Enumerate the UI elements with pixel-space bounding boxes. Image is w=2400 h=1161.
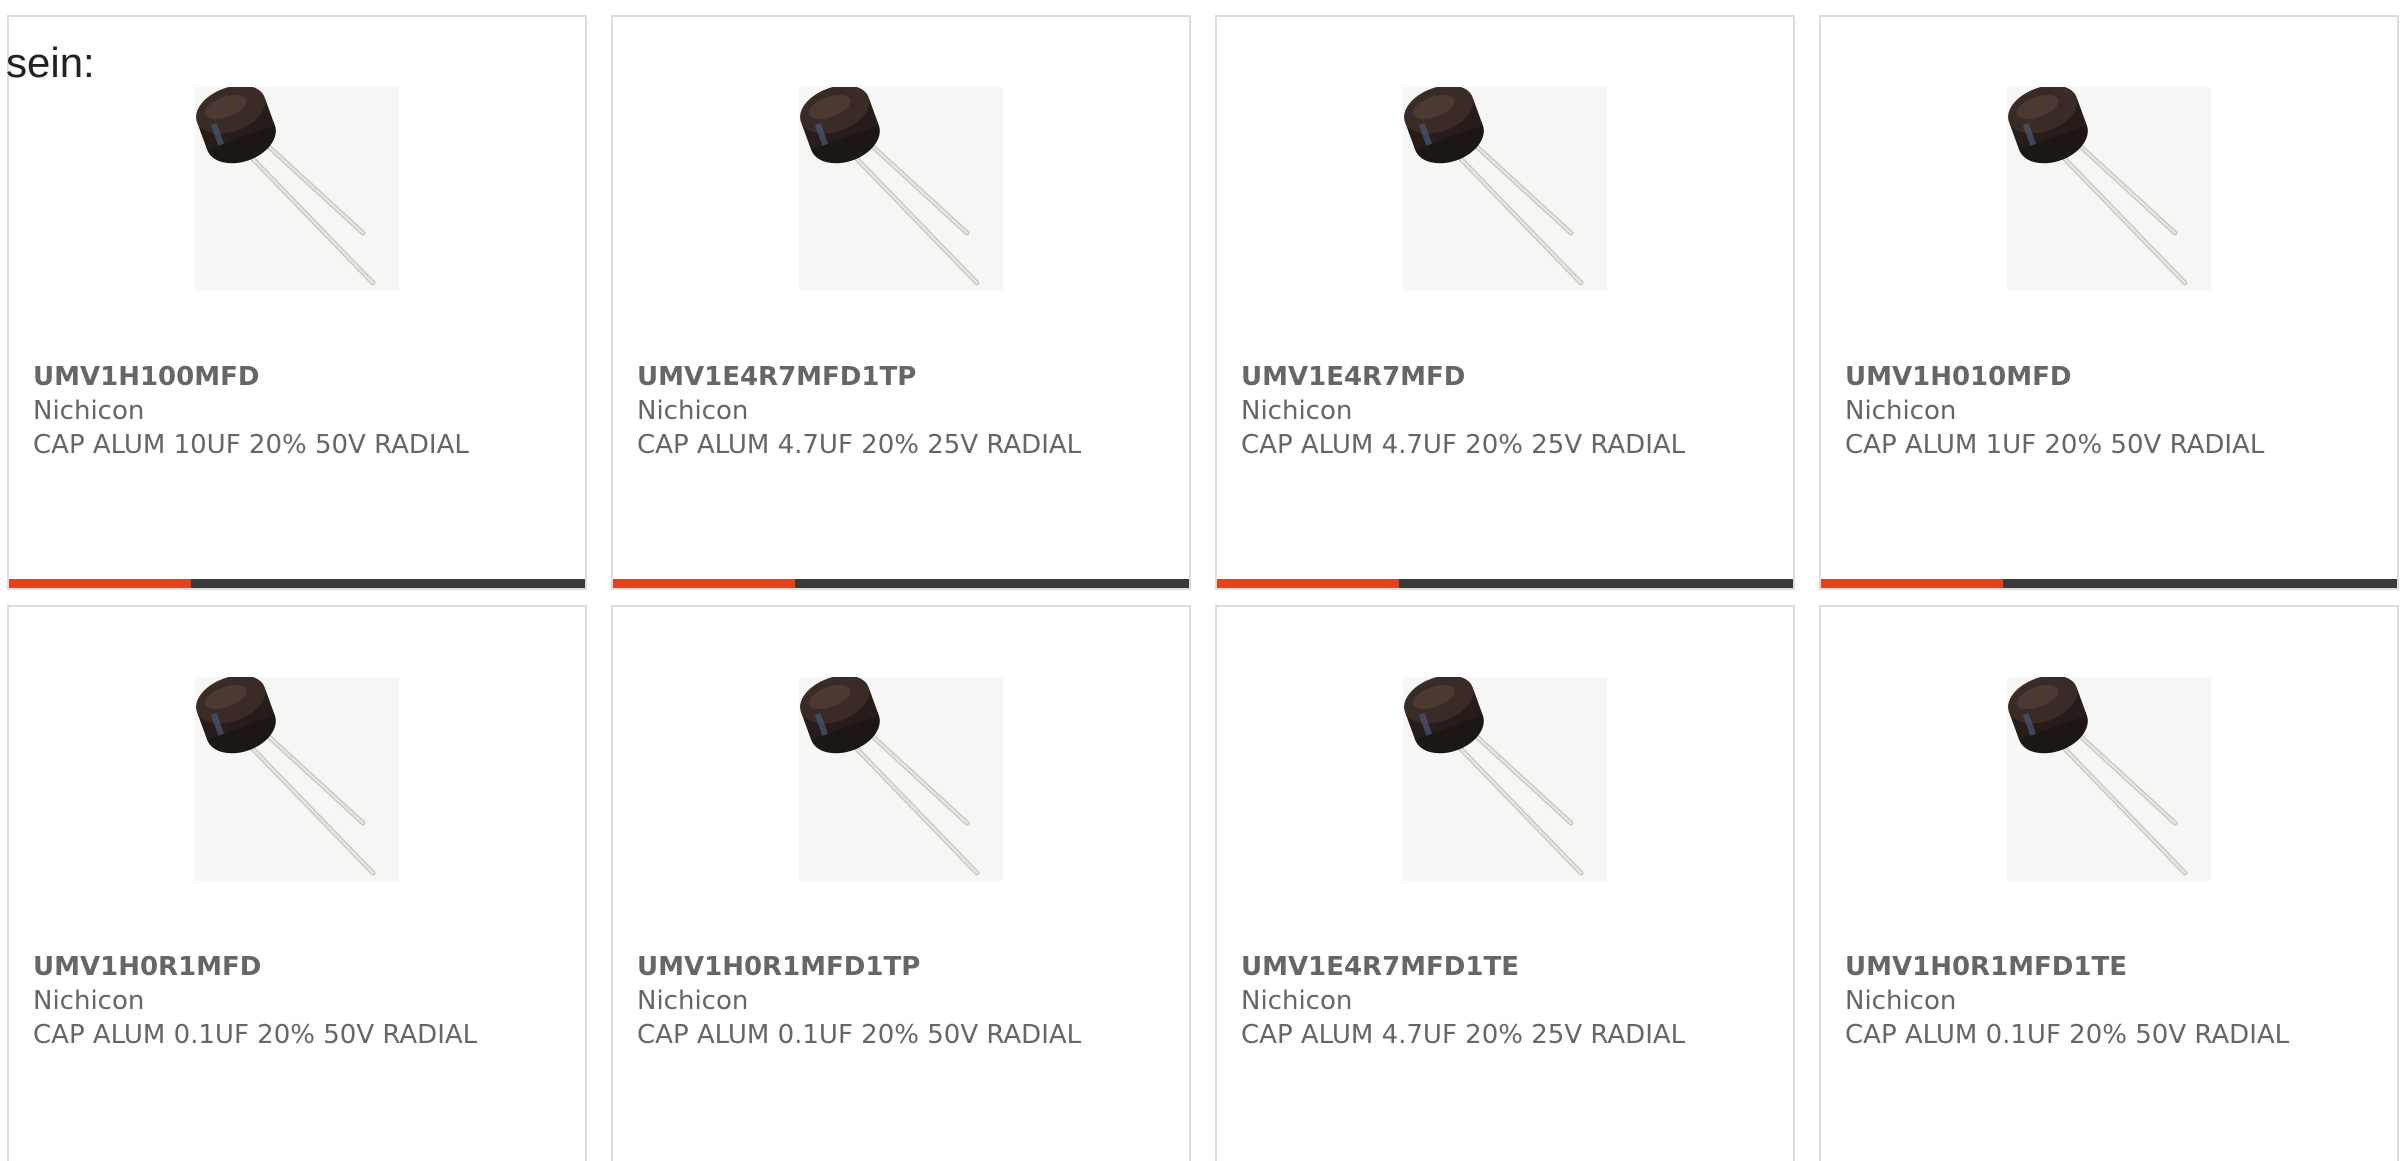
product-description: CAP ALUM 0.1UF 20% 50V RADIAL (33, 1020, 478, 1050)
radial-capacitor-image (195, 677, 399, 881)
product-info: UMV1E4R7MFD1TE Nichicon CAP ALUM 4.7UF 2… (1241, 950, 1773, 1052)
part-number[interactable]: UMV1E4R7MFD (1241, 360, 1773, 394)
product-info: UMV1H010MFD Nichicon CAP ALUM 1UF 20% 50… (1845, 360, 2377, 462)
product-grid: UMV1H100MFD Nichicon CAP ALUM 10UF 20% 5… (7, 15, 2399, 1161)
product-description: CAP ALUM 10UF 20% 50V RADIAL (33, 430, 469, 460)
radial-capacitor-image (799, 87, 1003, 291)
card-footer-bar (1821, 579, 2397, 588)
part-number[interactable]: UMV1H0R1MFD1TP (637, 950, 1169, 984)
radial-capacitor-image (2007, 677, 2211, 881)
manufacturer-name: Nichicon (1845, 986, 1957, 1016)
product-card[interactable]: UMV1E4R7MFD1TE Nichicon CAP ALUM 4.7UF 2… (1215, 605, 1795, 1161)
product-card[interactable]: UMV1H010MFD Nichicon CAP ALUM 1UF 20% 50… (1819, 15, 2399, 590)
part-number[interactable]: UMV1H0R1MFD1TE (1845, 950, 2377, 984)
manufacturer-name: Nichicon (1845, 396, 1957, 426)
product-card[interactable]: UMV1E4R7MFD1TP Nichicon CAP ALUM 4.7UF 2… (611, 15, 1191, 590)
manufacturer-name: Nichicon (33, 396, 145, 426)
product-card[interactable]: UMV1H0R1MFD1TP Nichicon CAP ALUM 0.1UF 2… (611, 605, 1191, 1161)
manufacturer-name: Nichicon (637, 986, 749, 1016)
product-info: UMV1H0R1MFD1TP Nichicon CAP ALUM 0.1UF 2… (637, 950, 1169, 1052)
part-number[interactable]: UMV1H100MFD (33, 360, 565, 394)
card-accent-bar (613, 579, 795, 588)
part-number[interactable]: UMV1E4R7MFD1TP (637, 360, 1169, 394)
manufacturer-name: Nichicon (637, 396, 749, 426)
product-info: UMV1E4R7MFD1TP Nichicon CAP ALUM 4.7UF 2… (637, 360, 1169, 462)
radial-capacitor-image (1403, 87, 1607, 291)
product-description: CAP ALUM 0.1UF 20% 50V RADIAL (637, 1020, 1082, 1050)
product-description: CAP ALUM 4.7UF 20% 25V RADIAL (1241, 1020, 1686, 1050)
radial-capacitor-image (195, 87, 399, 291)
product-results-page: sein: UMV1H100MFD Nichicon CAP ALUM 10UF… (0, 0, 2400, 1161)
card-accent-bar (1217, 579, 1399, 588)
card-footer-bar (9, 579, 585, 588)
product-info: UMV1H100MFD Nichicon CAP ALUM 10UF 20% 5… (33, 360, 565, 462)
lead-text: sein: (6, 39, 95, 86)
product-description: CAP ALUM 1UF 20% 50V RADIAL (1845, 430, 2265, 460)
product-description: CAP ALUM 0.1UF 20% 50V RADIAL (1845, 1020, 2290, 1050)
radial-capacitor-image (2007, 87, 2211, 291)
product-description: CAP ALUM 4.7UF 20% 25V RADIAL (1241, 430, 1686, 460)
radial-capacitor-image (1403, 677, 1607, 881)
product-info: UMV1H0R1MFD Nichicon CAP ALUM 0.1UF 20% … (33, 950, 565, 1052)
part-number[interactable]: UMV1H010MFD (1845, 360, 2377, 394)
product-card[interactable]: UMV1H100MFD Nichicon CAP ALUM 10UF 20% 5… (7, 15, 587, 590)
part-number[interactable]: UMV1E4R7MFD1TE (1241, 950, 1773, 984)
card-accent-bar (9, 579, 191, 588)
card-footer-bar (613, 579, 1189, 588)
radial-capacitor-image (799, 677, 1003, 881)
product-card[interactable]: UMV1H0R1MFD1TE Nichicon CAP ALUM 0.1UF 2… (1819, 605, 2399, 1161)
product-description: CAP ALUM 4.7UF 20% 25V RADIAL (637, 430, 1082, 460)
card-footer-bar (1217, 579, 1793, 588)
product-info: UMV1H0R1MFD1TE Nichicon CAP ALUM 0.1UF 2… (1845, 950, 2377, 1052)
product-card[interactable]: UMV1H0R1MFD Nichicon CAP ALUM 0.1UF 20% … (7, 605, 587, 1161)
part-number[interactable]: UMV1H0R1MFD (33, 950, 565, 984)
manufacturer-name: Nichicon (33, 986, 145, 1016)
product-info: UMV1E4R7MFD Nichicon CAP ALUM 4.7UF 20% … (1241, 360, 1773, 462)
product-card[interactable]: UMV1E4R7MFD Nichicon CAP ALUM 4.7UF 20% … (1215, 15, 1795, 590)
manufacturer-name: Nichicon (1241, 396, 1353, 426)
manufacturer-name: Nichicon (1241, 986, 1353, 1016)
card-accent-bar (1821, 579, 2003, 588)
